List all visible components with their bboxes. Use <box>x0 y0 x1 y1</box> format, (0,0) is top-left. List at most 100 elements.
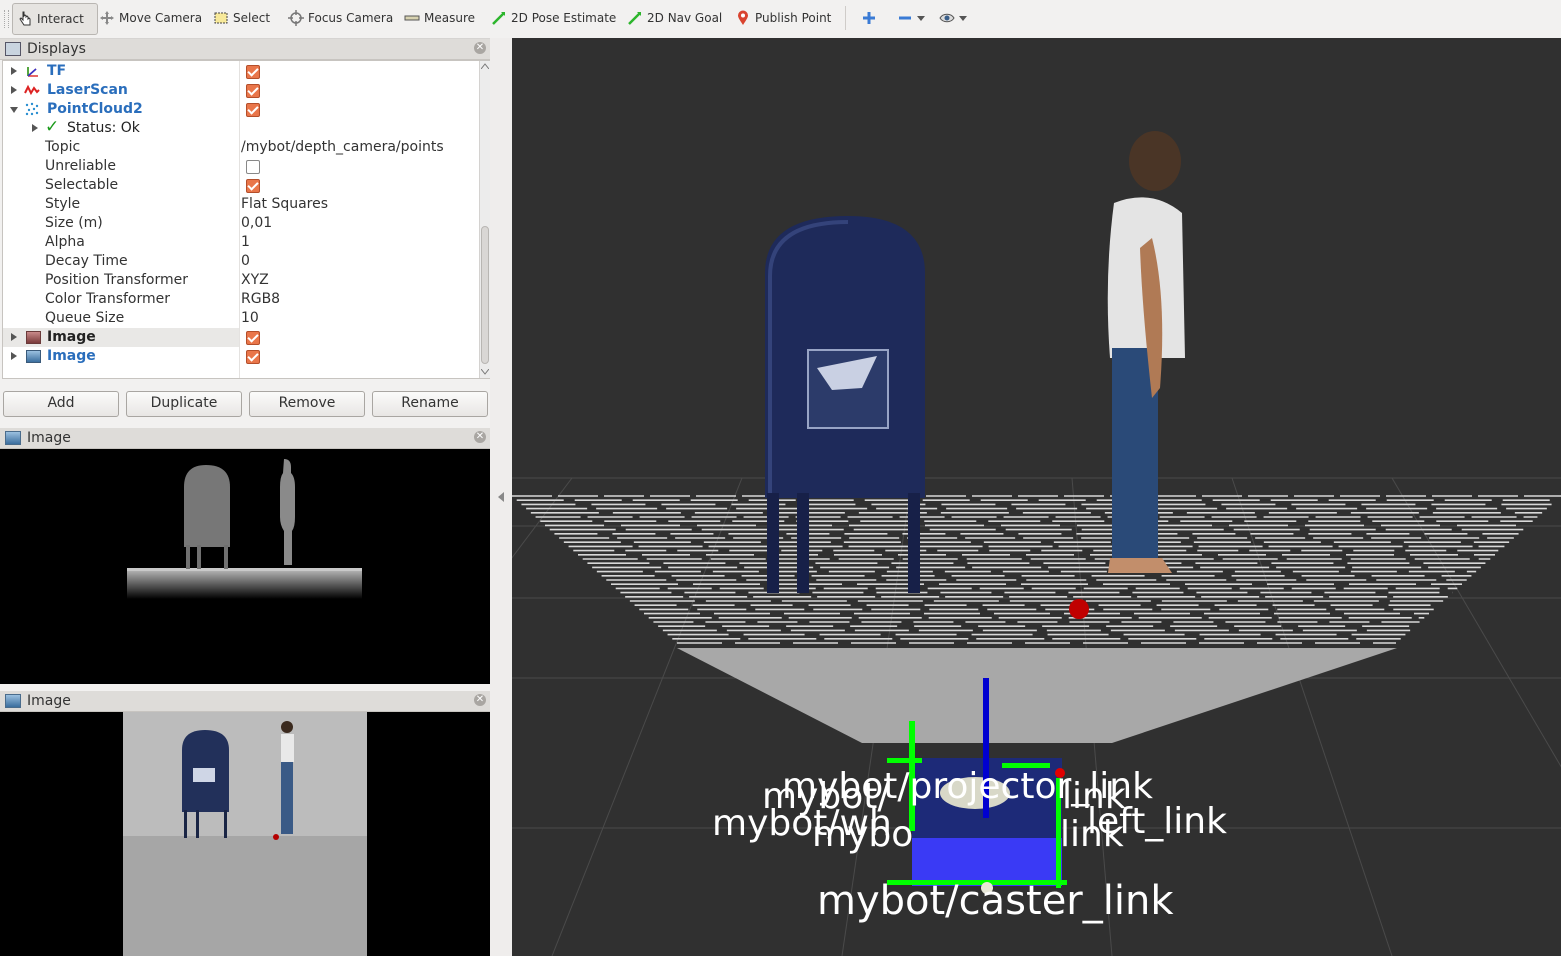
property-row[interactable]: Topic /mybot/depth_camera/points <box>3 138 478 157</box>
image-enabled-cell <box>3 328 478 347</box>
measure-tool[interactable]: Measure <box>404 3 475 33</box>
red-ball-marker <box>1069 599 1089 619</box>
tf-axes-icon <box>27 67 38 77</box>
remove-button[interactable]: Remove <box>249 391 365 417</box>
collapse-left-icon[interactable] <box>497 492 505 502</box>
property-row[interactable]: Alpha 1 <box>3 233 478 252</box>
pointcloud-icon <box>25 102 39 116</box>
3d-render-view[interactable]: mybot/projector_link mybot/ mybot/wh myb… <box>512 38 1561 956</box>
property-row[interactable]: Style Flat Squares <box>3 195 478 214</box>
property-value[interactable]: Flat Squares <box>241 196 328 212</box>
property-row[interactable]: Position Transformer XYZ <box>3 271 478 290</box>
image-panel-icon <box>5 694 21 708</box>
enabled-checkbox[interactable] <box>246 84 260 98</box>
display-item-tf[interactable]: TF <box>3 62 478 81</box>
duplicate-button[interactable]: Duplicate <box>126 391 242 417</box>
add-button[interactable]: Add <box>3 391 119 417</box>
depth-image-render <box>127 459 362 599</box>
enabled-checkbox[interactable] <box>246 103 260 117</box>
focus-camera-tool-label: Focus Camera <box>308 11 394 25</box>
select-tool-label: Select <box>233 11 271 25</box>
laserscan-icon <box>24 84 40 96</box>
close-icon[interactable]: ✕ <box>474 42 486 54</box>
toolbar: Interact Move Camera Select Focus Camera… <box>0 0 1561 39</box>
enabled-checkbox[interactable] <box>246 350 260 364</box>
image-panel-icon <box>5 431 21 445</box>
property-row[interactable]: Queue Size 10 <box>3 309 478 328</box>
property-row[interactable]: Size (m) 0,01 <box>3 214 478 233</box>
mailbox-model <box>765 216 925 593</box>
property-value[interactable]: RGB8 <box>241 291 280 307</box>
image-panel-title: Image <box>27 693 71 709</box>
enabled-checkbox[interactable] <box>246 331 260 345</box>
property-value[interactable]: 0 <box>241 253 250 269</box>
green-arrow-icon <box>492 12 505 25</box>
dropdown-arrow-icon <box>959 16 967 21</box>
camera-image-view <box>0 712 490 956</box>
property-name: Decay Time <box>45 253 128 269</box>
dropdown-arrow-icon <box>917 16 925 21</box>
toolbar-grip <box>4 10 9 28</box>
property-name: Position Transformer <box>45 272 188 288</box>
display-item-label: Image <box>47 348 96 364</box>
rename-button[interactable]: Rename <box>372 391 488 417</box>
move-camera-tool[interactable]: Move Camera <box>99 3 202 33</box>
nav-goal-tool-label: 2D Nav Goal <box>647 11 723 25</box>
add-tool-button[interactable] <box>861 3 881 33</box>
collapse-arrow-icon[interactable] <box>10 107 18 113</box>
property-value[interactable]: 0,01 <box>241 215 272 231</box>
display-item-label: PointCloud2 <box>47 101 143 117</box>
focus-camera-tool[interactable]: Focus Camera <box>288 3 393 33</box>
publish-point-tool[interactable]: Publish Point <box>735 3 831 33</box>
displays-panel-title: Displays <box>27 41 86 57</box>
pointcloud-floor <box>677 648 1397 743</box>
property-row[interactable]: Selectable <box>3 176 478 195</box>
focus-crosshair-icon <box>288 10 304 26</box>
property-name: Unreliable <box>45 158 116 174</box>
property-row[interactable]: Color Transformer RGB8 <box>3 290 478 309</box>
property-row[interactable]: Unreliable <box>3 157 478 176</box>
close-icon[interactable]: ✕ <box>474 431 486 443</box>
expand-arrow-icon[interactable] <box>11 86 17 94</box>
selectable-checkbox[interactable] <box>246 179 260 193</box>
view-options-button[interactable] <box>939 3 967 33</box>
display-item-image[interactable]: Image <box>3 347 478 366</box>
display-item-laserscan[interactable]: LaserScan <box>3 81 478 100</box>
property-name: Color Transformer <box>45 291 171 307</box>
property-name: Queue Size <box>45 310 125 326</box>
remove-tool-button[interactable] <box>897 3 925 33</box>
minus-icon <box>899 16 911 20</box>
status-row[interactable]: ✓ Status: Ok <box>3 117 478 138</box>
tf-label-overlap: mybo <box>812 814 913 855</box>
property-value[interactable]: /mybot/depth_camera/points <box>241 139 444 155</box>
property-name: Size (m) <box>45 215 103 231</box>
enabled-checkbox[interactable] <box>246 65 260 79</box>
expand-arrow-icon[interactable] <box>11 67 17 75</box>
interact-tool[interactable]: Interact <box>12 3 98 35</box>
displays-scrollbar[interactable] <box>479 61 490 378</box>
panel-splitter[interactable] <box>490 38 512 956</box>
publish-point-tool-label: Publish Point <box>755 11 832 25</box>
property-value[interactable]: XYZ <box>241 272 269 288</box>
person-model <box>1107 131 1185 573</box>
unreliable-checkbox[interactable] <box>246 160 260 174</box>
expand-arrow-icon[interactable] <box>32 124 38 132</box>
scrollbar-thumb[interactable] <box>481 226 489 364</box>
image-display-icon <box>26 350 41 363</box>
expand-arrow-icon[interactable] <box>11 352 17 360</box>
status-text: Status: Ok <box>67 120 140 136</box>
property-value[interactable]: 10 <box>241 310 259 326</box>
pose-estimate-tool[interactable]: 2D Pose Estimate <box>491 3 616 33</box>
image-panel-header: Image ✕ <box>0 428 490 449</box>
depth-image-view <box>0 449 490 684</box>
close-icon[interactable]: ✕ <box>474 694 486 706</box>
select-tool[interactable]: Select <box>213 3 270 33</box>
scroll-up-icon[interactable] <box>481 63 489 69</box>
tf-label-caster: mybot/caster_link <box>817 878 1174 924</box>
display-item-pointcloud2[interactable]: PointCloud2 <box>3 100 478 119</box>
scroll-down-icon[interactable] <box>481 369 489 375</box>
property-value[interactable]: 1 <box>241 234 250 250</box>
property-row[interactable]: Decay Time 0 <box>3 252 478 271</box>
hand-pointer-icon <box>19 11 31 26</box>
nav-goal-tool[interactable]: 2D Nav Goal <box>627 3 722 33</box>
